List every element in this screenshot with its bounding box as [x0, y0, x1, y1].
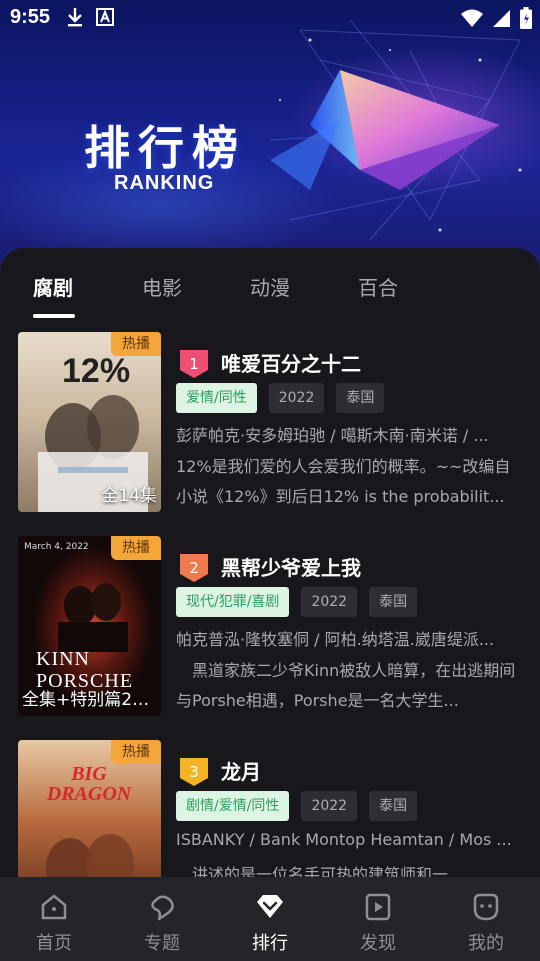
nav-label: 专题	[144, 933, 180, 954]
tag-list: 爱情/同性 2022 泰国	[176, 383, 385, 413]
description: 12%是我们爱的人会爱我们的概率。~~改编自小说《12%》到后日12% is t…	[176, 457, 511, 506]
nav-label: 首页	[36, 933, 72, 954]
status-time: 9:55	[10, 6, 51, 28]
paper-plane-illustration	[269, 20, 522, 241]
region-tag[interactable]: 泰国	[336, 383, 385, 413]
region-tag[interactable]: 泰国	[369, 587, 418, 617]
nav-label: 我的	[468, 933, 504, 954]
genre-tag[interactable]: 现代/犯罪/喜剧	[176, 587, 290, 617]
font-a-icon	[96, 8, 114, 26]
drama-title[interactable]: 龙月	[221, 756, 261, 785]
cast-list: ISBANKY / Bank Montop Heamtan / Mos ...	[176, 830, 512, 849]
battery-icon	[520, 7, 532, 29]
nav-home[interactable]: 首页	[0, 877, 108, 961]
banner-subtitle: RANKING	[114, 172, 215, 194]
description: 黑道家族二少爷Kinn被敌人暗算，在出逃期间与Porshe相遇，Porshe是一…	[176, 661, 516, 710]
nav-profile[interactable]: 我的	[432, 877, 540, 961]
drama-title[interactable]: 唯爱百分之十二	[221, 348, 361, 377]
genre-tag[interactable]: 爱情/同性	[176, 383, 257, 413]
profile-icon	[473, 893, 499, 921]
rank-number: 2	[189, 559, 199, 577]
tab-fuju[interactable]: 腐剧	[33, 272, 73, 301]
rank-badge: 1	[180, 350, 208, 378]
episode-count: 全集+特别篇25...	[22, 690, 157, 710]
nav-ranking[interactable]: 排行	[216, 877, 324, 961]
hot-badge: 热播	[111, 332, 161, 356]
poster-title: 12%	[62, 352, 131, 390]
tab-movie[interactable]: 电影	[142, 272, 182, 301]
rank-number: 3	[189, 763, 199, 781]
rank-badge: 2	[180, 554, 208, 582]
cast-list: 彭萨帕克·安多姆珀驰 / 噶斯木南·南米诺 / ...	[176, 426, 489, 445]
banner-title: 排行榜	[84, 121, 246, 175]
play-icon	[365, 893, 391, 921]
download-icon	[68, 8, 82, 27]
hot-badge: 热播	[111, 536, 161, 560]
nav-discover[interactable]: 发现	[324, 877, 432, 961]
wifi-icon	[461, 9, 483, 27]
ranking-item[interactable]: 12% 热播 全14集 1 唯爱百分之十二 爱情/同性 2022 泰国 彭萨帕克…	[0, 332, 540, 512]
active-tab-indicator	[33, 314, 75, 318]
genre-tag[interactable]: 剧情/爱情/同性	[176, 791, 290, 821]
nav-label: 排行	[252, 933, 288, 954]
ranking-banner: 排行榜 RANKING 9:55	[0, 0, 540, 290]
category-tabs: 腐剧 电影 动漫 百合	[0, 248, 540, 324]
bottom-navigation: 首页 专题 排行 发现 我的	[0, 877, 540, 961]
poster[interactable]: March 4, 2022 KINN PORSCHE 热播 全集+特别篇25..…	[18, 536, 161, 716]
poster-date: March 4, 2022	[24, 542, 89, 552]
tab-anime[interactable]: 动漫	[250, 272, 290, 301]
poster-title: BIG DRAGON	[46, 763, 132, 805]
year-tag[interactable]: 2022	[268, 383, 325, 413]
year-tag[interactable]: 2022	[301, 791, 358, 821]
signal-icon	[493, 10, 510, 27]
episode-count: 全14集	[101, 486, 157, 506]
nav-topic[interactable]: 专题	[108, 877, 216, 961]
status-bar: 9:55	[0, 0, 540, 38]
nav-label: 发现	[360, 933, 396, 954]
home-icon	[41, 894, 67, 920]
rank-number: 1	[189, 355, 199, 373]
tag-list: 剧情/爱情/同性 2022 泰国	[176, 791, 418, 821]
ranking-item[interactable]: March 4, 2022 KINN PORSCHE 热播 全集+特别篇25..…	[0, 536, 540, 716]
hot-badge: 热播	[111, 740, 161, 764]
tag-list: 现代/犯罪/喜剧 2022 泰国	[176, 587, 418, 617]
diamond-icon	[257, 895, 283, 918]
region-tag[interactable]: 泰国	[369, 791, 418, 821]
cast-list: 帕克普泓·隆牧塞侗 / 阿柏.纳塔温.崴唐缇派...	[176, 630, 495, 649]
drama-title[interactable]: 黑帮少爷爱上我	[221, 552, 361, 581]
tab-yuri[interactable]: 百合	[358, 272, 398, 301]
poster[interactable]: 12% 热播 全14集	[18, 332, 161, 512]
topic-icon	[151, 895, 174, 921]
rank-badge: 3	[180, 758, 208, 786]
ranking-panel: 腐剧 电影 动漫 百合 12% 热播 全14集 1 唯爱百分之十二 爱情/同性 …	[0, 248, 540, 961]
year-tag[interactable]: 2022	[301, 587, 358, 617]
